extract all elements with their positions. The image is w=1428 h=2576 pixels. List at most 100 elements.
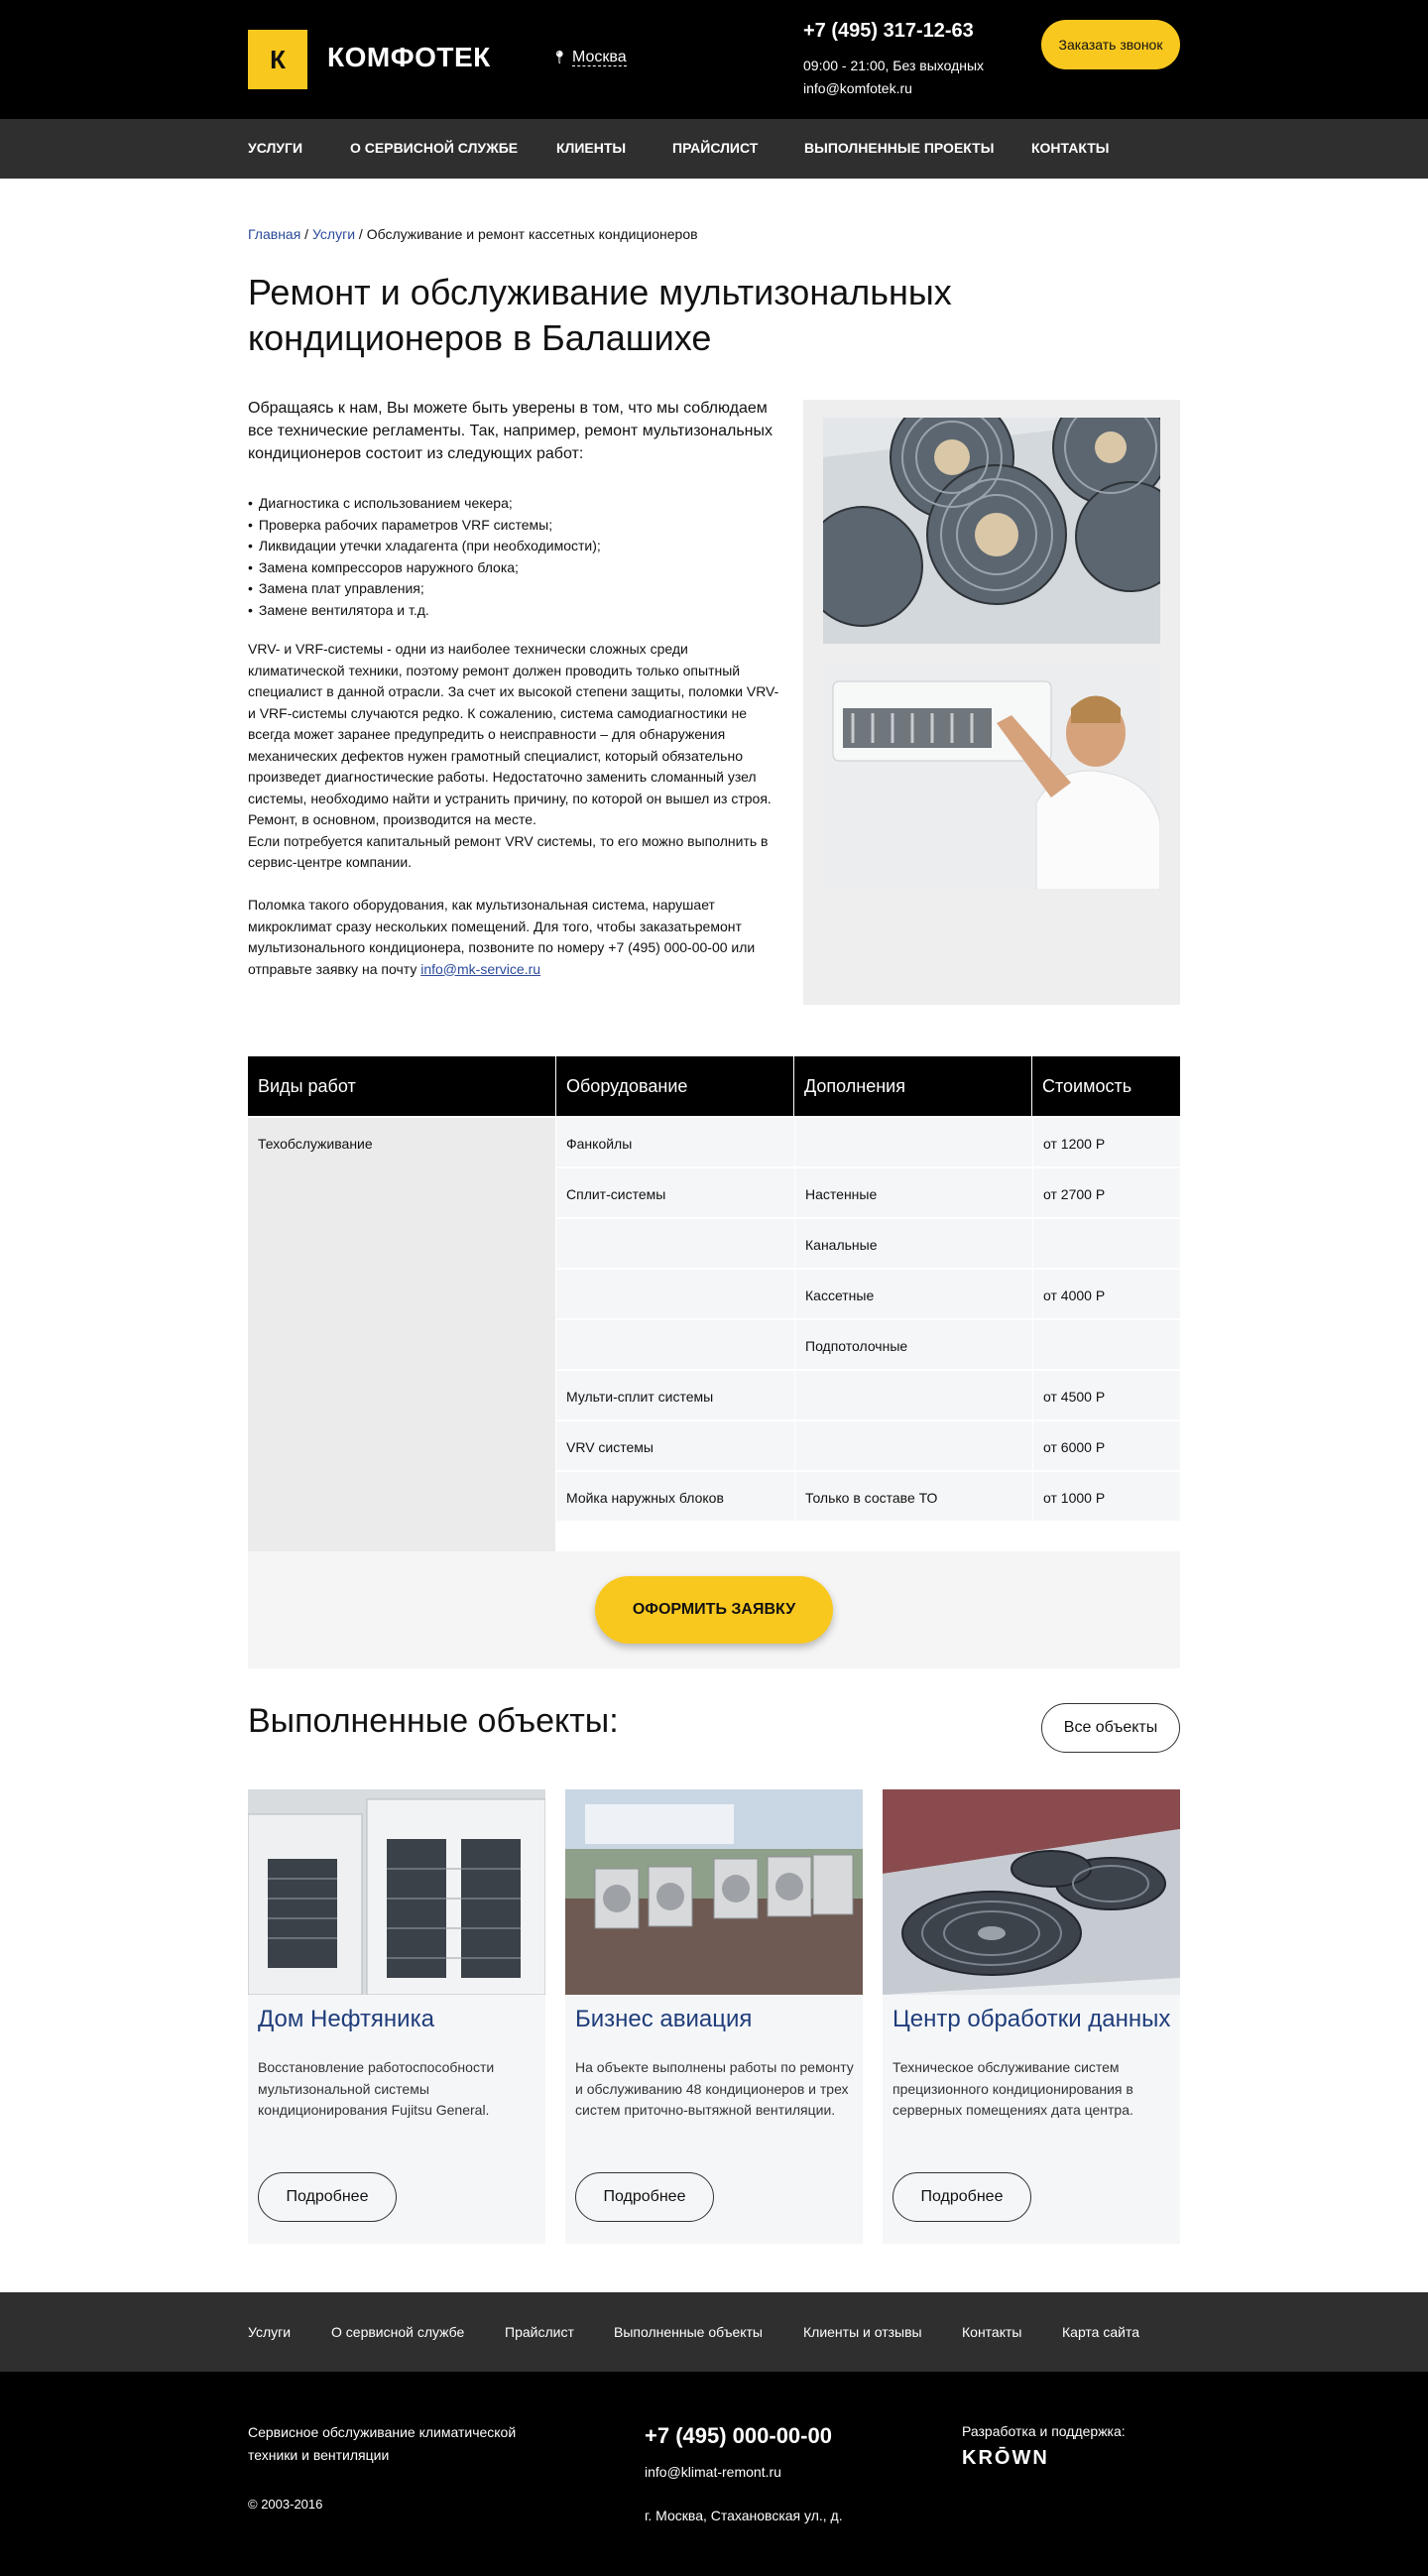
table-cell: Техобслуживание (258, 1136, 373, 1152)
footer-nav-projects[interactable]: Выполненные объекты (614, 2324, 763, 2340)
table-cell: Мульти-сплит системы (566, 1389, 714, 1405)
footer-nav-clients[interactable]: Клиенты и отзывы (803, 2324, 922, 2340)
table-row: Сплит-системы Настенные от 2700 Р (556, 1168, 1180, 1218)
footer-address: г. Москва, Стахановская ул., д. (645, 2508, 843, 2523)
table-row: Мульти-сплит системы от 4500 Р (556, 1371, 1180, 1420)
divider (555, 1056, 556, 1116)
table-cell: Кассетные (805, 1288, 875, 1303)
footer-email[interactable]: info@klimat-remont.ru (645, 2464, 781, 2480)
footer-nav-contacts[interactable]: Контакты (962, 2324, 1021, 2340)
nav-item-services[interactable]: Услуги (248, 140, 302, 156)
footer-copyright: © 2003-2016 (248, 2497, 323, 2512)
table-header-cell: Оборудование (566, 1076, 688, 1096)
breadcrumb: Главная / Услуги / Обслуживание и ремонт… (248, 226, 698, 242)
order-button[interactable]: Оформить заявку (595, 1576, 833, 1644)
developer-label: Разработка и поддержка: (962, 2423, 1126, 2439)
footer-nav-sitemap[interactable]: Карта сайта (1062, 2324, 1139, 2340)
logo-mark[interactable]: К (248, 30, 307, 89)
object-card: Дом Нефтяника Восстановление работоспосо… (248, 1789, 545, 2244)
card-title[interactable]: Центр обработки данных (892, 2006, 1170, 2033)
table-cell: Только в составе ТО (805, 1490, 938, 1506)
table-header-cell: Дополнения (804, 1076, 905, 1096)
table-header: Виды работ Оборудование Дополнения Стоим… (248, 1056, 1180, 1116)
object-card: Центр обработки данных Техническое обслу… (883, 1789, 1180, 2244)
logo-text[interactable]: КОМФОТЕК (327, 42, 491, 73)
table-cell: Настенные (805, 1186, 878, 1202)
table-row: Мойка наружных блоков Только в составе ТО… (556, 1472, 1180, 1522)
callback-button[interactable]: Заказать звонок (1041, 20, 1180, 69)
list-item: Замена плат управления; (248, 578, 783, 600)
more-button[interactable]: Подробнее (892, 2172, 1031, 2222)
email-link[interactable]: info@mk-service.ru (420, 961, 540, 977)
work-type-cell: Техобслуживание (248, 1118, 555, 1584)
table-cell: от 1000 Р (1043, 1490, 1106, 1506)
card-description: Восстановление работоспособности мультиз… (258, 2059, 495, 2118)
object-photo-datacenter-fans[interactable] (883, 1789, 1180, 1995)
developer-logo[interactable]: KRŌWN (962, 2447, 1049, 2470)
table-cell: от 6000 Р (1043, 1439, 1106, 1455)
table-cell: от 4500 Р (1043, 1389, 1106, 1405)
body-text-2: Поломка такого оборудования, как мультиз… (248, 895, 783, 980)
table-row: Канальные (556, 1219, 1180, 1269)
site-header: К КОМФОТЕК 📍︎ Москва +7 (495) 317-12-63 … (0, 0, 1428, 119)
table-cell: от 4000 Р (1043, 1288, 1106, 1303)
table-cell: Подпотолочные (805, 1338, 908, 1354)
list-item: Диагностика с использованием чекера; (248, 493, 783, 515)
list-item: Ликвидации утечки хладагента (при необхо… (248, 536, 783, 557)
more-button[interactable]: Подробнее (258, 2172, 397, 2222)
header-hours: 09:00 - 21:00, Без выходных (803, 58, 985, 73)
table-row: Кассетные от 4000 Р (556, 1270, 1180, 1319)
body-paragraph: Если потребуется капитальный ремонт VRV … (248, 832, 769, 871)
photo-panel (803, 400, 1180, 1005)
footer-nav: Услуги О сервисной службе Прайслист Выпо… (0, 2292, 1428, 2372)
body-text-1: VRV- и VRF-системы - одни из наиболее те… (248, 639, 783, 874)
city-label[interactable]: Москва (571, 49, 627, 66)
divider (793, 1056, 794, 1116)
site-footer: Сервисное обслуживание климатической тех… (0, 2372, 1428, 2576)
breadcrumb-current: Обслуживание и ремонт кассетных кондицио… (366, 226, 698, 242)
map-pin-icon: 📍︎ (551, 50, 568, 64)
footer-nav-services[interactable]: Услуги (248, 2324, 291, 2340)
table-cell: от 2700 Р (1043, 1186, 1106, 1202)
list-item: Замена компрессоров наружного блока; (248, 557, 783, 579)
nav-item-projects[interactable]: Выполненные проекты (804, 140, 994, 156)
table-cell: Фанкойлы (566, 1136, 633, 1152)
footer-phone[interactable]: +7 (495) 000-00-00 (645, 2423, 832, 2449)
table-header-cell: Стоимость (1042, 1076, 1132, 1096)
list-item: Проверка рабочих параметров VRF системы; (248, 515, 783, 537)
nav-item-contacts[interactable]: Контакты (1031, 140, 1109, 156)
card-title[interactable]: Дом Нефтяника (258, 2006, 434, 2033)
all-objects-button[interactable]: Все объекты (1041, 1703, 1180, 1753)
nav-item-pricelist[interactable]: Прайслист (672, 140, 758, 156)
table-cell: Канальные (805, 1237, 878, 1253)
intro-text: Обращаясь к нам, Вы можете быть уверены … (248, 400, 773, 462)
card-title[interactable]: Бизнес авиация (575, 2006, 752, 2033)
objects-title: Выполненные объекты: (248, 1702, 619, 1740)
header-phone[interactable]: +7 (495) 317-12-63 (803, 20, 974, 43)
more-button[interactable]: Подробнее (575, 2172, 714, 2222)
object-photo-chillers[interactable] (248, 1789, 545, 1995)
table-cell: VRV системы (566, 1439, 654, 1455)
table-row: Подпотолочные (556, 1320, 1180, 1370)
divider (1031, 1056, 1032, 1116)
breadcrumb-services[interactable]: Услуги (312, 226, 355, 242)
outdoor-unit-fans-photo (823, 418, 1160, 644)
header-email[interactable]: info@komfotek.ru (803, 80, 912, 96)
card-description: Техническое обслуживание систем прецизио… (892, 2059, 1133, 2118)
nav-item-about[interactable]: О сервисной службе (350, 140, 518, 156)
table-row: VRV системы от 6000 Р (556, 1421, 1180, 1471)
table-row: Фанкойлы от 1200 Р (556, 1118, 1180, 1167)
object-card: Бизнес авиация На объекте выполнены рабо… (565, 1789, 863, 2244)
object-photo-rooftop-units[interactable] (565, 1789, 863, 1995)
city-selector[interactable]: 📍︎ Москва (551, 49, 627, 66)
table-header-cell: Виды работ (258, 1076, 356, 1096)
main-nav: Услуги О сервисной службе Клиенты Прайсл… (0, 119, 1428, 179)
footer-nav-pricelist[interactable]: Прайслист (505, 2324, 574, 2340)
footer-nav-about[interactable]: О сервисной службе (331, 2324, 464, 2340)
footer-description: Сервисное обслуживание климатической тех… (248, 2424, 517, 2463)
list-item: Замене вентилятора и т.д. (248, 600, 783, 622)
breadcrumb-home[interactable]: Главная (248, 226, 300, 242)
table-cell: Сплит-системы (566, 1186, 666, 1202)
nav-item-clients[interactable]: Клиенты (556, 140, 626, 156)
page-title: Ремонт и обслуживание мультизональных ко… (248, 272, 952, 358)
